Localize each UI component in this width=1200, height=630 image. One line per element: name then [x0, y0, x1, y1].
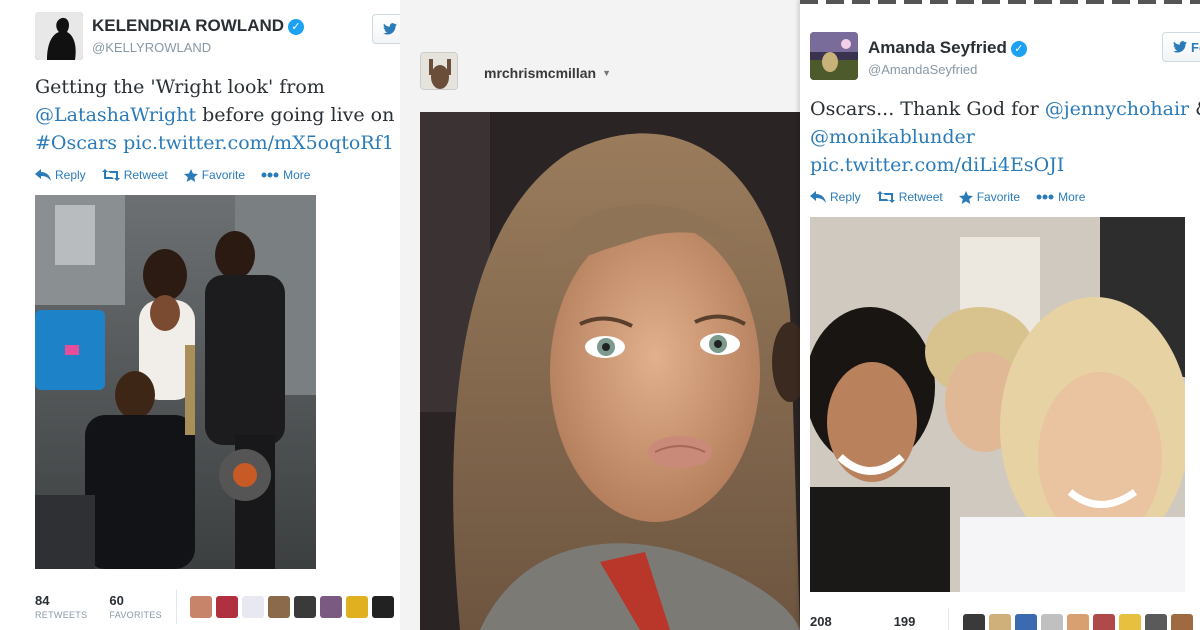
favoriter-avatar[interactable] — [1015, 614, 1037, 630]
favoriter-avatar[interactable] — [1093, 614, 1115, 630]
favorite-button[interactable]: Favorite — [183, 168, 245, 182]
mention-link[interactable]: @LatashaWright — [35, 104, 196, 126]
more-dots-icon — [1036, 194, 1054, 200]
favoriter-avatar[interactable] — [320, 596, 342, 618]
favorites-count[interactable]: 199 — [894, 614, 916, 629]
hashtag-link[interactable]: #Oscars — [35, 132, 117, 154]
avatar-silhouette-icon — [35, 12, 83, 60]
avatar-photo-icon — [810, 32, 858, 80]
tweet-photo-backstage[interactable] — [35, 195, 316, 569]
favoriter-avatar[interactable] — [1119, 614, 1141, 630]
favoriter-avatar[interactable] — [216, 596, 238, 618]
username-link[interactable]: mrchrismcmillan ▼ — [484, 65, 611, 81]
retweets-count[interactable]: 84 RETWEETS — [35, 593, 87, 620]
mention-link[interactable]: @jennychohair — [1045, 98, 1189, 120]
favoriter-avatar[interactable] — [963, 614, 985, 630]
bird-icon — [383, 23, 397, 35]
favoriter-avatar[interactable] — [346, 596, 368, 618]
cropped-edge — [800, 0, 1200, 4]
tweet-text: Getting the 'Wright look' from @LatashaW… — [35, 76, 395, 154]
more-button[interactable]: More — [1036, 190, 1085, 204]
instagram-post: mrchrismcmillan ▼ — [400, 0, 800, 630]
bird-icon — [1173, 41, 1187, 53]
tweet-stats: 84 RETWEETS 60 FAVORITES — [35, 593, 162, 620]
mention-link[interactable]: @monikablunder — [810, 126, 975, 148]
pic-link[interactable]: pic.twitter.com/mX5oqtoRf1 — [123, 132, 394, 154]
retweets-count[interactable]: 208 — [810, 614, 832, 629]
more-dots-icon — [261, 172, 279, 178]
favorite-button[interactable]: Favorite — [958, 190, 1020, 204]
favoriter-avatar[interactable] — [372, 596, 394, 618]
favoriter-avatar[interactable] — [989, 614, 1011, 630]
favoriter-avatars — [190, 596, 394, 618]
retweet-icon — [101, 169, 120, 181]
backstage-makeup-image — [35, 195, 316, 569]
instagram-photo-selfie[interactable] — [420, 112, 800, 630]
tweet-photo-selfie[interactable] — [810, 217, 1185, 592]
favorites-count[interactable]: 60 FAVORITES — [109, 593, 162, 620]
handle[interactable]: @KELLYROWLAND — [92, 40, 211, 55]
retweet-button[interactable]: Retweet — [876, 190, 943, 204]
tweet-stats: 208 199 — [810, 614, 915, 629]
favoriter-avatar[interactable] — [268, 596, 290, 618]
display-name[interactable]: KELENDRIA ROWLAND ✓ — [92, 16, 305, 36]
display-name[interactable]: Amanda Seyfried ✓ — [868, 38, 1027, 58]
tweet-actions: Reply Retweet Favorite More — [810, 190, 1085, 204]
tweet-card-amandaseyfried: Amanda Seyfried✓ @AmandaSeyfried Fo Osca… — [800, 0, 1200, 630]
reply-icon — [810, 191, 826, 203]
avatar[interactable] — [420, 52, 458, 90]
tweet-card-kellyrowland: KELENDRIA ROWLAND ✓ @KELLYROWLAND Getting… — [0, 0, 400, 630]
handle[interactable]: @AmandaSeyfried — [868, 62, 977, 77]
reply-button[interactable]: Reply — [810, 190, 861, 204]
star-icon — [183, 168, 198, 182]
divider — [948, 608, 949, 630]
chevron-down-icon[interactable]: ▼ — [602, 68, 611, 78]
reply-button[interactable]: Reply — [35, 168, 86, 182]
favoriter-avatars — [963, 614, 1193, 630]
favoriter-avatar[interactable] — [1145, 614, 1167, 630]
pic-link[interactable]: pic.twitter.com/diLi4EsOJI — [810, 154, 1064, 176]
avatar[interactable] — [35, 12, 83, 60]
favoriter-avatar[interactable] — [190, 596, 212, 618]
favoriter-avatar[interactable] — [242, 596, 264, 618]
reply-icon — [35, 169, 51, 181]
follow-button[interactable]: Fo — [1162, 32, 1200, 62]
avatar[interactable] — [810, 32, 858, 80]
favoriter-avatar[interactable] — [294, 596, 316, 618]
more-button[interactable]: More — [261, 168, 310, 182]
favoriter-avatar[interactable] — [1067, 614, 1089, 630]
avatar-photo-icon — [421, 53, 457, 89]
selfie-image — [420, 112, 800, 630]
favoriter-avatar[interactable] — [1171, 614, 1193, 630]
verified-badge-icon: ✓ — [288, 19, 305, 35]
favoriter-avatar[interactable] — [1041, 614, 1063, 630]
follow-button[interactable] — [372, 14, 400, 44]
verified-badge-icon: ✓ — [1010, 41, 1027, 57]
retweet-button[interactable]: Retweet — [101, 168, 168, 182]
star-icon — [958, 190, 973, 204]
tweet-actions: Reply Retweet Favorite More — [35, 168, 310, 182]
retweet-icon — [876, 191, 895, 203]
divider — [176, 590, 177, 624]
tweet-text: Oscars... Thank God for @jennychohair & … — [810, 98, 1200, 176]
group-selfie-image — [810, 217, 1185, 592]
